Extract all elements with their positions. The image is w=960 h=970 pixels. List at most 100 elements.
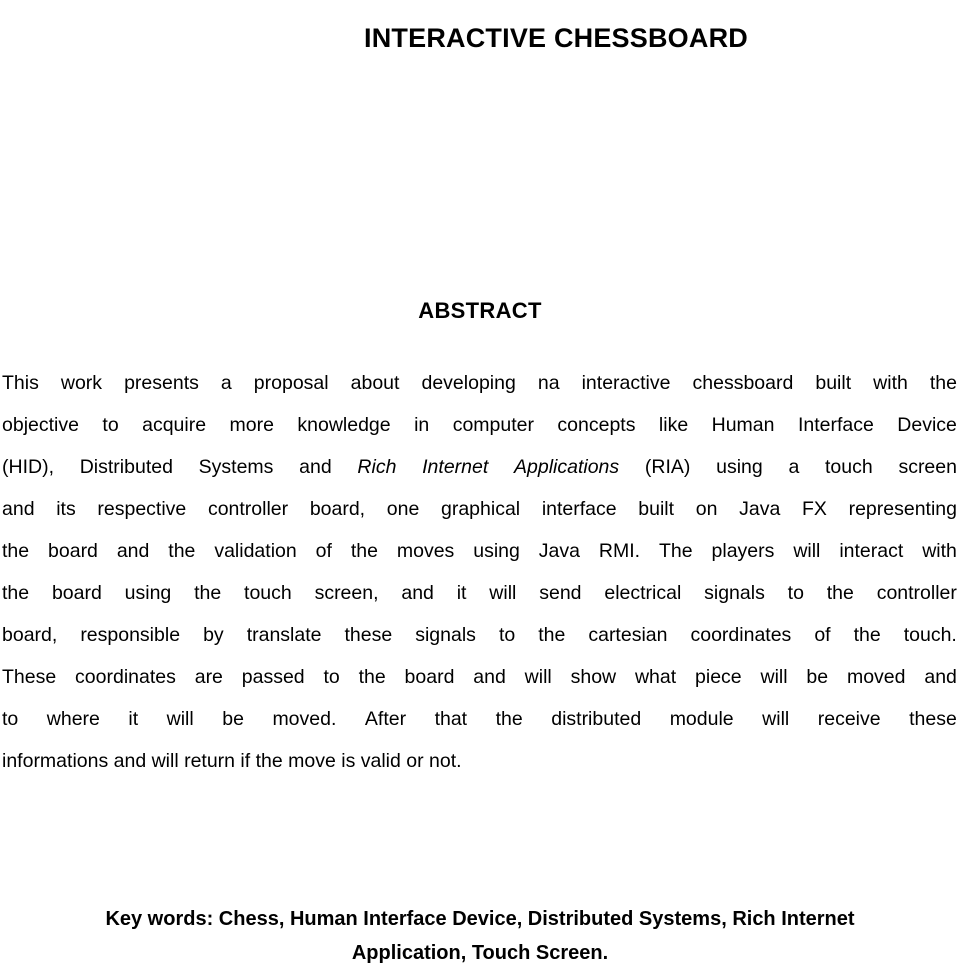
word: interface: [541, 498, 617, 520]
word: screen: [898, 456, 957, 478]
keywords-line-2: Application, Touch Screen.: [351, 942, 609, 964]
word: touch: [244, 582, 292, 604]
word: using: [716, 456, 763, 478]
word: Device: [897, 414, 957, 436]
word: controller: [207, 498, 289, 520]
word: board: [404, 666, 455, 688]
word: and: [299, 456, 332, 478]
word: with: [873, 372, 908, 394]
abstract-line-9: to where it will be moved. After that th…: [2, 698, 957, 740]
word: touch.: [903, 624, 957, 646]
word: These: [2, 666, 57, 688]
word: of: [315, 540, 332, 562]
word: and: [401, 582, 434, 604]
word: proposal: [253, 372, 329, 394]
word: moved: [846, 666, 906, 688]
abstract-line-2: objective to acquire more knowledge in c…: [2, 404, 957, 446]
word: will: [762, 708, 790, 730]
word: and: [924, 666, 957, 688]
word: it: [456, 582, 467, 604]
word: graphical: [441, 498, 521, 520]
word: Distributed: [79, 456, 173, 478]
word: where: [46, 708, 100, 730]
word: by: [203, 624, 224, 646]
abstract-body: This work presents a proposal about deve…: [2, 362, 957, 782]
word: electrical: [604, 582, 682, 604]
word: developing: [421, 372, 516, 394]
page-title: INTERACTIVE CHESSBOARD: [364, 23, 748, 54]
abstract-line-10: informations and will return if the move…: [2, 750, 462, 772]
word: piece: [695, 666, 742, 688]
word: controller: [876, 582, 957, 604]
word-italic: Internet: [422, 456, 489, 478]
word: the: [826, 582, 854, 604]
word: about: [350, 372, 400, 394]
word: the: [538, 624, 566, 646]
word: signals: [704, 582, 765, 604]
word: board: [51, 582, 102, 604]
word: these: [909, 708, 957, 730]
word: will: [166, 708, 194, 730]
abstract-line-7: board, responsible by translate these si…: [2, 614, 957, 656]
word: Interface: [797, 414, 874, 436]
word: moved.: [272, 708, 337, 730]
word: Java: [538, 540, 580, 562]
word: the: [853, 624, 881, 646]
word: be: [222, 708, 244, 730]
word: FX: [801, 498, 827, 520]
word: one: [386, 498, 420, 520]
word: the: [495, 708, 523, 730]
word: respective: [97, 498, 187, 520]
word: to: [323, 666, 340, 688]
word: Human: [711, 414, 775, 436]
word: with: [922, 540, 957, 562]
word: on: [695, 498, 718, 520]
word: to: [787, 582, 804, 604]
word: will: [524, 666, 552, 688]
word: the: [350, 540, 378, 562]
word: representing: [848, 498, 957, 520]
word: presents: [124, 372, 199, 394]
word: the: [2, 540, 30, 562]
word: na: [537, 372, 560, 394]
word: (HID),: [2, 456, 54, 478]
word: more: [229, 414, 274, 436]
word: and: [116, 540, 150, 562]
word: After: [364, 708, 407, 730]
word-italic: Rich: [357, 456, 397, 478]
word: interact: [839, 540, 904, 562]
word: using: [124, 582, 172, 604]
word: The: [658, 540, 693, 562]
word: computer: [452, 414, 534, 436]
word: its: [56, 498, 76, 520]
word: be: [806, 666, 829, 688]
abstract-line-5: the board and the validation of the move…: [2, 530, 957, 572]
word: and: [2, 498, 35, 520]
word: show: [570, 666, 617, 688]
word: using: [473, 540, 520, 562]
word: translate: [246, 624, 322, 646]
word: responsible: [80, 624, 181, 646]
word: (RIA): [644, 456, 691, 478]
word: board,: [309, 498, 366, 520]
word: concepts: [557, 414, 636, 436]
word: work: [60, 372, 103, 394]
word: send: [539, 582, 582, 604]
abstract-line-6: the board using the touch screen, and it…: [2, 572, 957, 614]
word: that: [434, 708, 468, 730]
word: a: [220, 372, 232, 394]
word: the: [2, 582, 30, 604]
word: coordinates: [75, 666, 176, 688]
word: coordinates: [690, 624, 792, 646]
word: This: [2, 372, 39, 394]
abstract-line-4: and its respective controller board, one…: [2, 488, 957, 530]
word: the: [929, 372, 957, 394]
word: built: [815, 372, 852, 394]
word: like: [658, 414, 689, 436]
word: the: [168, 540, 196, 562]
word: moves: [396, 540, 455, 562]
word: acquire: [142, 414, 207, 436]
word: cartesian: [588, 624, 668, 646]
word: built: [638, 498, 675, 520]
word: to: [2, 708, 19, 730]
